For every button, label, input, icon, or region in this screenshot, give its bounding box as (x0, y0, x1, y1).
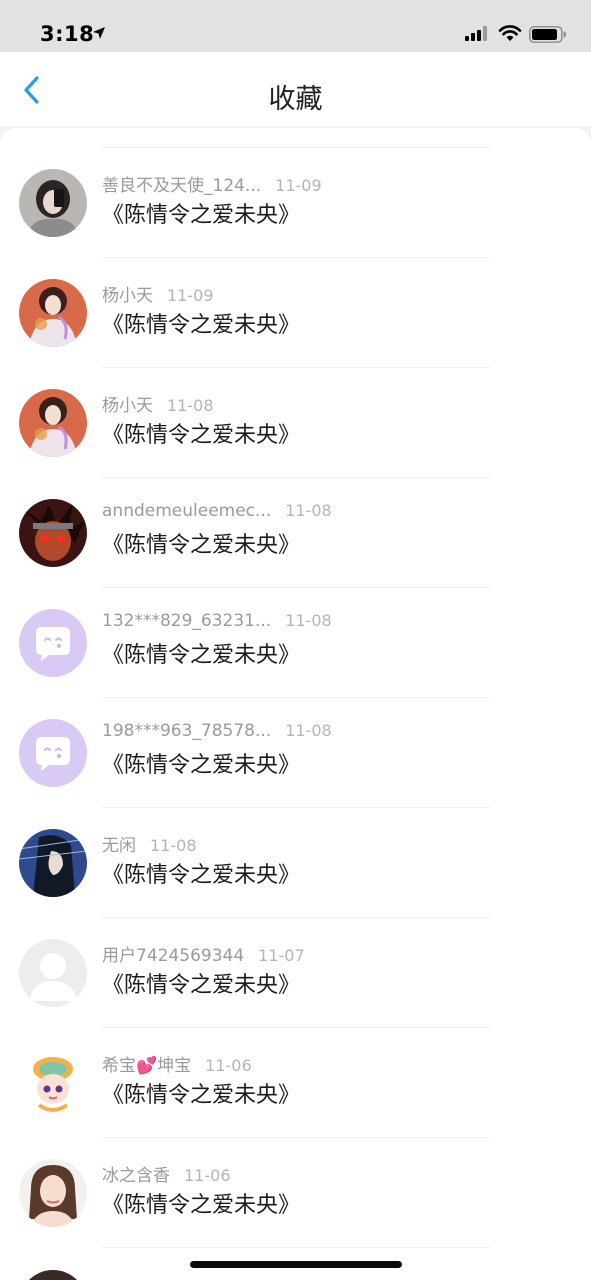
status-time: 3:18 (40, 22, 95, 46)
avatar[interactable] (19, 1159, 87, 1227)
list-item[interactable]: 用户7424569344 11-07 《陈情令之爱未央》 (0, 939, 591, 1049)
avatar[interactable] (19, 1049, 87, 1117)
date: 11-08 (167, 396, 214, 415)
date: 11-06 (184, 1166, 231, 1185)
avatar[interactable] (19, 829, 87, 897)
avatar[interactable] (19, 719, 87, 787)
list-item[interactable]: 198***963_78578... 11-08 《陈情令之爱未央》 (0, 719, 591, 829)
page-title: 收藏 (268, 84, 323, 115)
list-item[interactable]: anndemeuleemec... 11-08 《陈情令之爱未央》 (0, 499, 591, 609)
user-photo-icon (19, 1159, 87, 1227)
date: 11-06 (205, 1056, 252, 1075)
item-title[interactable]: 《陈情令之爱未央》 (102, 747, 300, 779)
item-title[interactable]: 《陈情令之爱未央》 (102, 1077, 300, 1109)
divider (102, 147, 490, 148)
avatar[interactable] (19, 279, 87, 347)
item-title[interactable]: 《陈情令之爱未央》 (102, 637, 300, 669)
item-meta: 198***963_78578... 11-08 (102, 721, 332, 743)
wifi-icon (498, 25, 522, 41)
default-user-icon (19, 939, 87, 1007)
user-photo-icon (19, 829, 87, 897)
username[interactable]: 用户7424569344 (102, 946, 244, 966)
list-item[interactable]: 无闲 11-08 《陈情令之爱未央》 (0, 829, 591, 939)
cellular-signal-icon (465, 26, 487, 41)
divider (102, 477, 490, 478)
avatar[interactable] (19, 499, 87, 567)
date: 11-08 (285, 721, 332, 740)
avatar[interactable] (19, 389, 87, 457)
item-meta: 善良不及天使_124... 11-09 (102, 171, 322, 196)
item-title[interactable]: 《陈情令之爱未央》 (102, 197, 300, 229)
divider (102, 807, 490, 808)
username[interactable]: 杨小天 (102, 286, 153, 306)
date: 11-07 (258, 946, 305, 965)
default-avatar-icon (19, 609, 87, 677)
item-title[interactable]: 《陈情令之爱未央》 (102, 967, 300, 999)
item-meta: 希宝💕坤宝 11-06 (102, 1051, 252, 1076)
item-meta: 杨小天 11-09 (102, 281, 214, 306)
list-item[interactable]: 希宝💕坤宝 11-06 《陈情令之爱未央》 (0, 1049, 591, 1159)
item-meta: anndemeuleemec... 11-08 (102, 501, 332, 523)
item-title[interactable]: 《陈情令之爱未央》 (102, 417, 300, 449)
username[interactable]: anndemeuleemec... (102, 501, 271, 521)
divider (102, 1247, 490, 1248)
battery-icon (529, 26, 566, 43)
cartoon-sticker-icon (19, 1049, 87, 1117)
list-item[interactable]: 善良不及天使_124... 11-09 《陈情令之爱未央》 (0, 169, 591, 279)
date: 11-08 (150, 836, 197, 855)
user-photo-icon (19, 499, 87, 567)
item-title[interactable]: 《陈情令之爱未央》 (102, 307, 300, 339)
divider (102, 1137, 490, 1138)
default-avatar-icon (19, 719, 87, 787)
list-item[interactable]: 杨小天 11-09 《陈情令之爱未央》 (0, 279, 591, 389)
username[interactable]: 198***963_78578... (102, 721, 271, 741)
divider (102, 1027, 490, 1028)
item-meta: 冰之含香 11-06 (102, 1161, 231, 1186)
list-item[interactable]: 杨小天 11-08 《陈情令之爱未央》 (0, 389, 591, 499)
divider (102, 587, 490, 588)
list-item[interactable]: 132***829_63231... 11-08 《陈情令之爱未央》 (0, 609, 591, 719)
username[interactable]: 善良不及天使_124... (102, 176, 261, 196)
divider (102, 367, 490, 368)
username[interactable]: 132***829_63231... (102, 611, 271, 631)
user-photo-icon (19, 389, 87, 457)
date: 11-08 (285, 611, 332, 630)
home-indicator[interactable] (190, 1261, 402, 1268)
location-arrow-icon (93, 27, 105, 39)
item-title[interactable]: 《陈情令之爱未央》 (102, 857, 300, 889)
username[interactable]: 杨小天 (102, 396, 153, 416)
list-item[interactable]: 冰之含香 11-06 《陈情令之爱未央》 (0, 1159, 591, 1269)
item-title[interactable]: 《陈情令之爱未央》 (102, 1187, 300, 1219)
item-meta: 132***829_63231... 11-08 (102, 611, 332, 633)
divider (102, 917, 490, 918)
avatar[interactable] (19, 609, 87, 677)
divider (102, 257, 490, 258)
username[interactable]: 希宝💕坤宝 (102, 1056, 191, 1076)
divider (102, 697, 490, 698)
status-bar: 3:18 (0, 0, 591, 52)
date: 11-08 (285, 501, 332, 520)
item-meta: 无闲 11-08 (102, 831, 197, 856)
favorites-list: 善良不及天使_124... 11-09 《陈情令之爱未央》 杨小天 11-09 《陈… (0, 128, 591, 1280)
item-meta: 杨小天 11-08 (102, 391, 214, 416)
avatar[interactable] (19, 939, 87, 1007)
date: 11-09 (275, 176, 322, 195)
user-photo-icon (19, 279, 87, 347)
item-title[interactable]: 《陈情令之爱未央》 (102, 527, 300, 559)
navigation-bar: 收藏 (0, 52, 591, 126)
user-photo-icon (19, 169, 87, 237)
item-meta: 用户7424569344 11-07 (102, 941, 305, 966)
date: 11-09 (167, 286, 214, 305)
username[interactable]: 冰之含香 (102, 1166, 170, 1186)
avatar[interactable] (19, 169, 87, 237)
username[interactable]: 无闲 (102, 836, 136, 856)
